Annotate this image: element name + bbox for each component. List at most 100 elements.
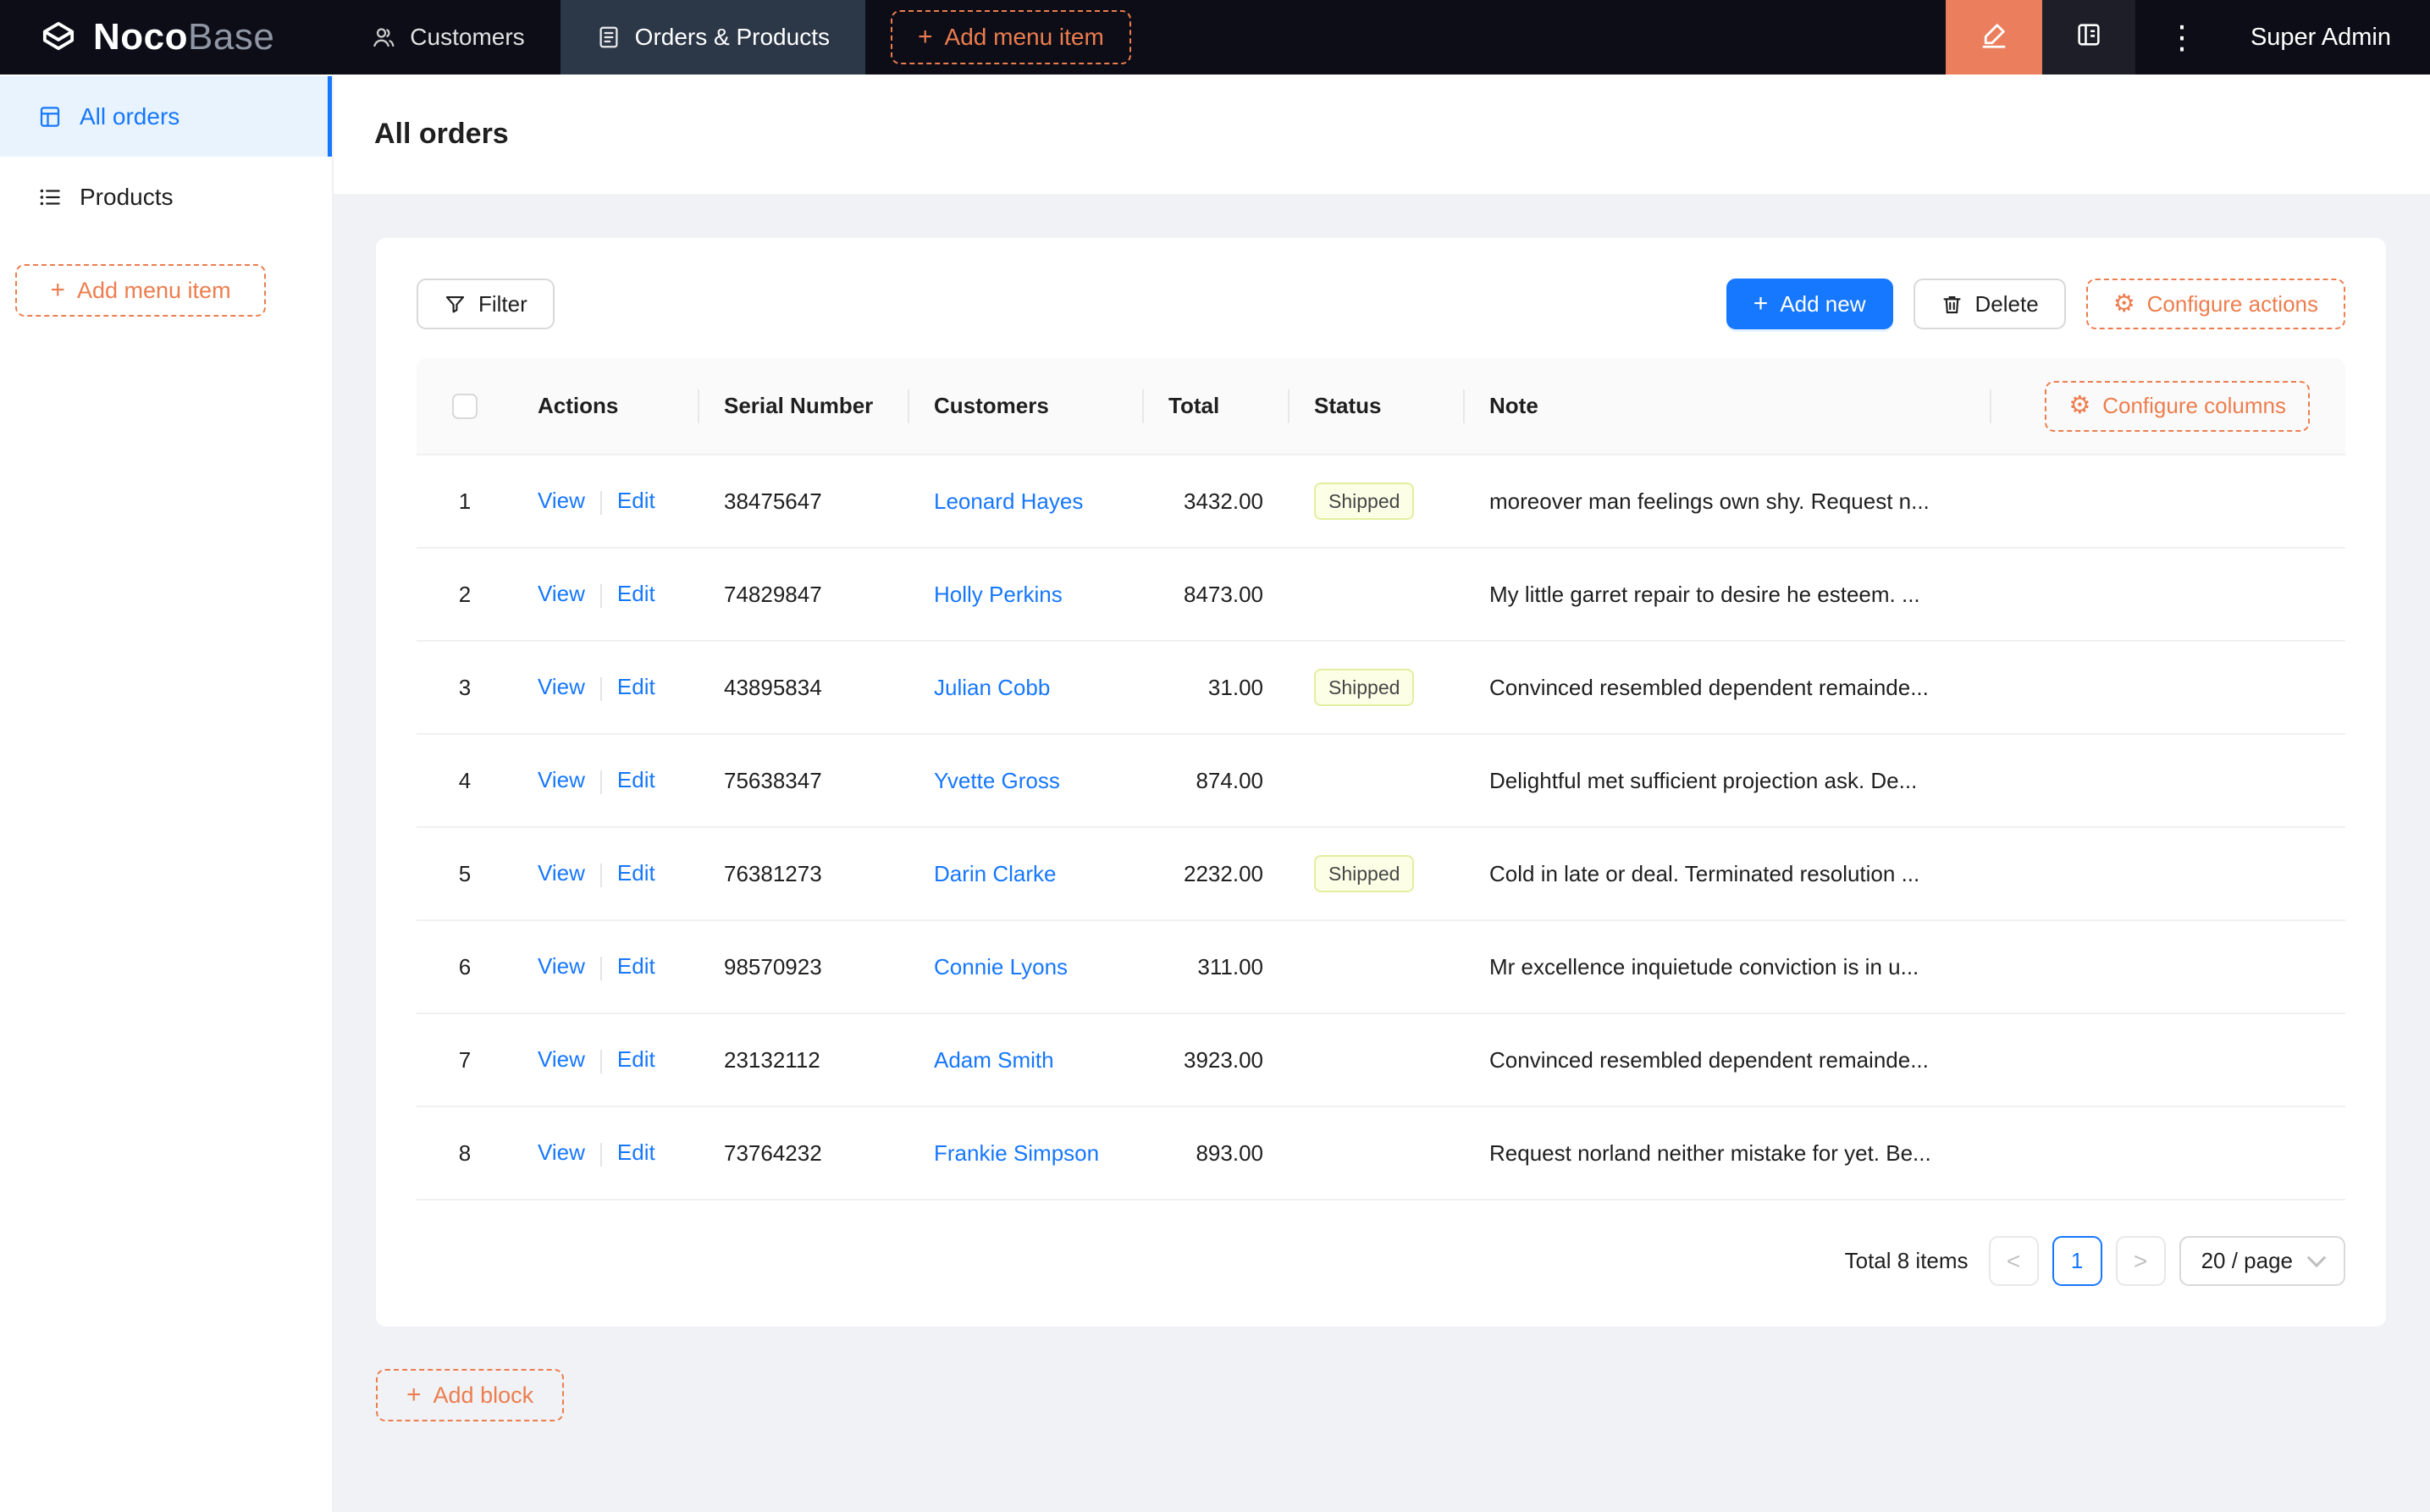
nav-item-orders-products[interactable]: Orders & Products bbox=[560, 0, 865, 74]
row-index: 4 bbox=[458, 767, 472, 793]
actions-cell: View Edit bbox=[513, 860, 699, 887]
configure-columns-label: Configure columns bbox=[2102, 393, 2286, 418]
table-toolbar: Filter + Add new Delete ⚙ Configure acti… bbox=[417, 279, 2345, 329]
header-right: ⋮ Super Admin bbox=[1945, 0, 2430, 74]
row-index: 3 bbox=[458, 674, 472, 700]
chevron-right-icon: > bbox=[2133, 1247, 2148, 1274]
table-row: 2 View Edit 74829847 Holly Perkins 8473.0… bbox=[417, 549, 2345, 642]
top-header: NocoBase Customers Orders & Products + A… bbox=[0, 0, 2430, 74]
actions-cell: View Edit bbox=[513, 1046, 699, 1073]
add-new-label: Add new bbox=[1780, 290, 1866, 317]
configure-actions-label: Configure actions bbox=[2146, 290, 2318, 317]
row-index: 8 bbox=[458, 1140, 472, 1166]
edit-link[interactable]: Edit bbox=[617, 581, 655, 606]
edit-link[interactable]: Edit bbox=[617, 767, 655, 792]
nav-item-customers[interactable]: Customers bbox=[335, 0, 560, 74]
more-options-button[interactable]: ⋮ bbox=[2135, 0, 2228, 74]
actions-cell: View Edit bbox=[513, 953, 699, 980]
pagination-next-button[interactable]: > bbox=[2115, 1236, 2166, 1286]
customer-link[interactable]: Darin Clarke bbox=[934, 861, 1057, 886]
action-divider bbox=[599, 1142, 602, 1167]
customer-link[interactable]: Adam Smith bbox=[934, 1047, 1054, 1073]
edit-link[interactable]: Edit bbox=[617, 953, 655, 979]
view-link[interactable]: View bbox=[538, 767, 585, 792]
page-size-value: 20 / page bbox=[2201, 1248, 2293, 1273]
table-row: 3 View Edit 43895834 Julian Cobb 31.00 Sh… bbox=[417, 642, 2345, 735]
serial-number-cell: 38475647 bbox=[724, 488, 822, 514]
customer-cell: Connie Lyons bbox=[909, 954, 1144, 980]
action-divider bbox=[599, 676, 602, 701]
header-configure-cell: ⚙ Configure columns bbox=[1991, 380, 2345, 432]
total-cell: 31.00 bbox=[1207, 674, 1263, 700]
ui-editor-button[interactable] bbox=[1945, 0, 2042, 74]
plus-icon: + bbox=[1753, 290, 1769, 317]
customer-cell: Holly Perkins bbox=[909, 582, 1144, 608]
view-link[interactable]: View bbox=[538, 953, 585, 979]
header-add-menu-item-button[interactable]: + Add menu item bbox=[890, 10, 1131, 64]
edit-link[interactable]: Edit bbox=[617, 488, 655, 513]
page-size-select[interactable]: 20 / page bbox=[2179, 1236, 2345, 1286]
vertical-ellipsis-icon: ⋮ bbox=[2165, 19, 2198, 56]
serial-number-cell: 76381273 bbox=[724, 860, 822, 886]
pagination: Total 8 items < 1 > 20 / page bbox=[417, 1236, 2345, 1286]
layout: All orders Products + Add menu item All … bbox=[0, 74, 2430, 1512]
note-cell: Convinced resembled dependent remainde..… bbox=[1489, 674, 1929, 700]
customer-link[interactable]: Frankie Simpson bbox=[934, 1140, 1099, 1166]
configure-columns-button[interactable]: ⚙ Configure columns bbox=[2045, 380, 2310, 432]
view-link[interactable]: View bbox=[538, 488, 585, 513]
configure-actions-button[interactable]: ⚙ Configure actions bbox=[2085, 279, 2345, 329]
sidebar-item-all-orders[interactable]: All orders bbox=[0, 76, 332, 157]
user-menu[interactable]: Super Admin bbox=[2228, 0, 2430, 74]
serial-number-cell: 73764232 bbox=[724, 1140, 822, 1166]
delete-button[interactable]: Delete bbox=[1913, 279, 2066, 329]
sidebar-item-products[interactable]: Products bbox=[0, 157, 332, 237]
view-link[interactable]: View bbox=[538, 581, 585, 606]
select-all-checkbox[interactable] bbox=[452, 393, 478, 419]
customer-cell: Frankie Simpson bbox=[909, 1140, 1144, 1167]
actions-cell: View Edit bbox=[513, 674, 699, 701]
view-link[interactable]: View bbox=[538, 674, 585, 699]
orders-table-icon bbox=[37, 104, 63, 130]
main-area: All orders Filter + Add new Delete ⚙ Con… bbox=[334, 74, 2430, 1512]
plus-icon: + bbox=[50, 276, 65, 304]
customer-link[interactable]: Leonard Hayes bbox=[934, 488, 1083, 514]
add-block-button[interactable]: + Add block bbox=[376, 1369, 565, 1421]
customer-link[interactable]: Julian Cobb bbox=[934, 675, 1050, 700]
view-link[interactable]: View bbox=[538, 1046, 585, 1072]
edit-link[interactable]: Edit bbox=[617, 860, 655, 886]
pagination-prev-button[interactable]: < bbox=[1988, 1236, 2039, 1286]
nocobase-logo-icon bbox=[37, 19, 80, 56]
sidebar-add-menu-item-button[interactable]: + Add menu item bbox=[15, 264, 266, 317]
total-cell: 874.00 bbox=[1196, 767, 1263, 793]
customer-link[interactable]: Holly Perkins bbox=[934, 582, 1063, 607]
total-cell: 311.00 bbox=[1197, 953, 1263, 979]
add-new-button[interactable]: + Add new bbox=[1726, 279, 1893, 329]
customer-cell: Julian Cobb bbox=[909, 675, 1144, 701]
menu-grid-button[interactable] bbox=[2041, 0, 2135, 74]
customer-link[interactable]: Connie Lyons bbox=[934, 954, 1068, 979]
view-link[interactable]: View bbox=[538, 1140, 585, 1165]
sidebar-all-orders-label: All orders bbox=[80, 102, 180, 130]
pagination-page-1[interactable]: 1 bbox=[2052, 1236, 2102, 1286]
table-header-row: Actions Serial Number Customers Total St… bbox=[417, 358, 2345, 455]
note-cell: moreover man feelings own shy. Request n… bbox=[1489, 488, 1930, 514]
view-link[interactable]: View bbox=[538, 860, 585, 886]
pagination-total: Total 8 items bbox=[1844, 1248, 1969, 1273]
column-header-total: Total bbox=[1144, 393, 1290, 419]
action-divider bbox=[599, 956, 602, 980]
total-cell: 3923.00 bbox=[1184, 1046, 1263, 1073]
customer-cell: Yvette Gross bbox=[909, 768, 1144, 794]
logo-text: NocoBase bbox=[93, 16, 274, 58]
content: Filter + Add new Delete ⚙ Configure acti… bbox=[334, 194, 2430, 1421]
edit-link[interactable]: Edit bbox=[617, 674, 655, 699]
total-cell: 2232.00 bbox=[1184, 860, 1263, 886]
filter-button[interactable]: Filter bbox=[417, 279, 555, 329]
customer-cell: Leonard Hayes bbox=[909, 488, 1144, 515]
row-index: 5 bbox=[458, 860, 472, 886]
edit-link[interactable]: Edit bbox=[617, 1046, 655, 1072]
app-logo[interactable]: NocoBase bbox=[0, 0, 312, 74]
edit-link[interactable]: Edit bbox=[617, 1140, 655, 1165]
table-row: 4 View Edit 75638347 Yvette Gross 874.00 … bbox=[417, 735, 2345, 828]
actions-cell: View Edit bbox=[513, 488, 699, 515]
customer-link[interactable]: Yvette Gross bbox=[934, 768, 1060, 793]
